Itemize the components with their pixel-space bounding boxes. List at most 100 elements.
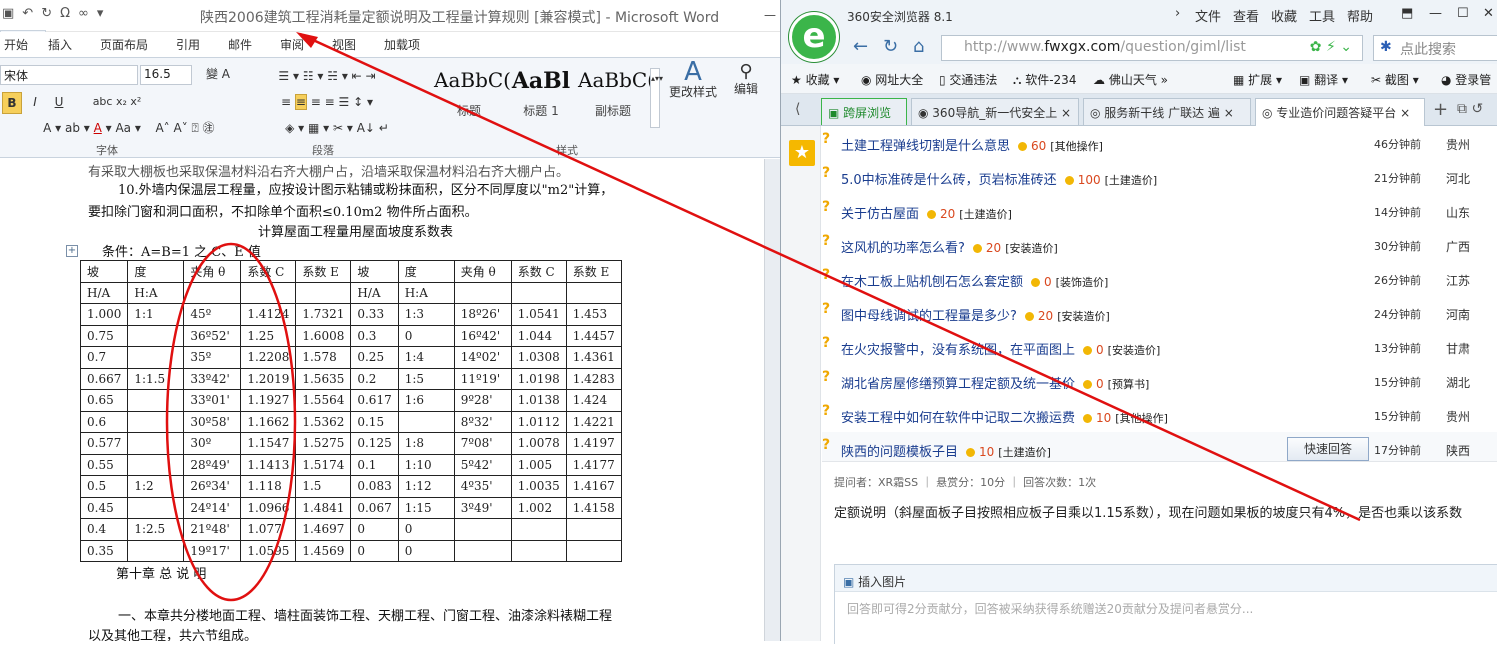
question-title-link[interactable]: 这风机的功率怎么看? xyxy=(841,241,965,256)
question-category[interactable]: [安装造价] xyxy=(1108,344,1161,357)
doc-para1-line1: 一、本章共分楼地面工程、墙柱面装饰工程、天棚工程、门窗工程、油漆涂料裱糊工程 xyxy=(118,609,613,624)
change-styles-button[interactable]: A 更改样式 xyxy=(668,59,718,134)
font-size-box[interactable]: 16.5 xyxy=(140,65,192,85)
close-icon[interactable]: ✕ xyxy=(1483,6,1494,21)
table-row: 0.6 30º58' 1.1662 1.5362 0.15 8º32' 1.0112 1.42… xyxy=(79,410,622,433)
fav-site-nav[interactable]: ◉ 网址大全 xyxy=(861,71,923,88)
italic-button[interactable]: I xyxy=(26,92,44,114)
address-bar[interactable]: http://www.fwxgx.com/question/giml/list … xyxy=(941,35,1363,61)
underline-button[interactable]: U xyxy=(50,92,68,114)
tab-cross-screen[interactable]: ▣ 跨屏浏览 xyxy=(821,98,907,125)
phonetic-icon[interactable]: 變 A xyxy=(198,64,238,86)
list-icons[interactable]: ☰ ▾ ☷ ▾ ☵ ▾ ⇤ ⇥ xyxy=(252,66,402,88)
tab-mailings[interactable]: 邮件 xyxy=(228,36,252,53)
undo-icon[interactable]: ↶ xyxy=(22,6,33,21)
menu-help[interactable]: 帮助 xyxy=(1347,6,1373,25)
table-cell: 0 xyxy=(350,539,399,562)
question-mark-icon: ? xyxy=(822,301,831,317)
shading-border-icons[interactable]: ◈ ▾ ▦ ▾ ✂ ▾ A↓ ↵ xyxy=(252,118,422,140)
question-title-link[interactable]: 土建工程弹线切割是什么意思 xyxy=(841,139,1010,154)
align-icons[interactable]: ≡ ≡ ≡ ≡ ☰ ↕ ▾ xyxy=(252,92,402,114)
table-move-handle-icon[interactable]: + xyxy=(66,245,78,257)
vertical-scrollbar[interactable] xyxy=(764,159,780,641)
window-title: 陕西2006建筑工程消耗量定额说明及工程量计算规则 [兼容模式] - Micro… xyxy=(200,10,720,26)
tab-360-nav[interactable]: ◉ 360导航_新一代安全上 × xyxy=(911,98,1079,125)
minimize-icon[interactable]: — xyxy=(1429,6,1442,21)
tab-list-icon[interactable]: ⧉ ↺ xyxy=(1457,101,1483,117)
menu-file[interactable]: 文件 xyxy=(1195,6,1221,25)
question-title-link[interactable]: 5.0中标准砖是什么砖，页岩标准砖还 xyxy=(841,173,1057,188)
style-subtitle[interactable]: AaBbC( 副标题 xyxy=(578,68,655,119)
tab-scroll-left-icon[interactable]: ⟨ xyxy=(795,101,800,117)
question-title-link[interactable]: 陕西的问题模板子目 xyxy=(841,445,958,460)
save-icon[interactable]: ▣ xyxy=(2,6,14,21)
question-category[interactable]: [土建造价] xyxy=(998,446,1051,459)
tab-review[interactable]: 审阅 xyxy=(280,36,304,53)
style-heading[interactable]: AaBbC( 标题 xyxy=(434,68,511,119)
table-cell: 1.1927 xyxy=(240,389,297,412)
strike-sub-sup-icons[interactable]: abc x₂ x² xyxy=(82,92,152,114)
question-category[interactable]: [土建造价] xyxy=(959,208,1012,221)
fav-screenshot[interactable]: ✂ 截图 ▾ xyxy=(1371,71,1419,88)
question-title-link[interactable]: 关于仿古屋面 xyxy=(841,207,919,222)
home-icon[interactable]: ⌂ xyxy=(913,36,924,57)
question-title-link[interactable]: 在火灾报警中，没有系统图，在平面图上 xyxy=(841,343,1075,358)
maximize-icon[interactable]: ☐ xyxy=(1457,6,1469,21)
skin-icon[interactable]: ⬒ xyxy=(1401,6,1413,21)
menu-chevron-icon[interactable]: › xyxy=(1175,6,1180,21)
favorite-star-icon[interactable]: ★ xyxy=(789,140,815,166)
fav-translate[interactable]: ▣ 翻译 ▾ xyxy=(1299,71,1348,88)
quick-answer-button[interactable]: 快速回答 xyxy=(1287,437,1369,461)
security-icon[interactable]: ✿ ⚡ ⌄ xyxy=(1310,39,1352,55)
question-category[interactable]: [其他操作] xyxy=(1050,140,1103,153)
question-category[interactable]: [安装造价] xyxy=(1005,242,1058,255)
question-title-link[interactable]: 湖北省房屋修缮预算工程定额及统一基价 xyxy=(841,377,1075,392)
question-category[interactable]: [安装造价] xyxy=(1057,310,1110,323)
insert-image-button[interactable]: ▣ 插入图片 xyxy=(843,573,906,590)
refresh-icon[interactable]: ↻ xyxy=(883,36,898,57)
menu-view[interactable]: 查看 xyxy=(1233,6,1259,25)
question-title-link[interactable]: 安装工程中如何在软件中记取二次搬运费 xyxy=(841,411,1075,426)
table-row: 0.577 30º 1.1547 1.5275 0.125 1:8 7º08' 1.0078 1… xyxy=(79,432,622,455)
question-title-line: 陕西的问题模板子目 10 [土建造价] xyxy=(841,441,1051,460)
question-category[interactable]: [装饰造价] xyxy=(1056,276,1109,289)
redo-icon[interactable]: ↻ xyxy=(41,6,52,21)
fav-software[interactable]: ⛬ 软件-234 xyxy=(1013,71,1076,88)
fav-extend[interactable]: ▦ 扩展 ▾ xyxy=(1233,71,1282,88)
tab-addins[interactable]: 加载项 xyxy=(384,36,420,53)
fav-login[interactable]: ◕ 登录管 xyxy=(1441,71,1491,88)
style-heading1[interactable]: AaBl 标题 1 xyxy=(506,68,576,119)
minimize-button[interactable]: — xyxy=(764,8,780,22)
bold-button[interactable]: B xyxy=(2,92,22,114)
grow-shrink-icons[interactable]: A˄ A˅ ⍰ ㊟ xyxy=(140,118,230,140)
question-title-link[interactable]: 在木工板上贴机刨石怎么套定额 xyxy=(841,275,1023,290)
answer-textarea[interactable]: 回答即可得2分贡献分，回答被采纳获得系统赠送20贡献分及提问者悬赏分... xyxy=(835,591,1497,645)
customize-icon[interactable]: ▾ xyxy=(97,6,104,21)
infinity-icon[interactable]: ∞ xyxy=(78,6,89,21)
tab-home[interactable]: 开始 xyxy=(4,36,28,53)
back-icon[interactable]: ← xyxy=(853,36,868,57)
edit-button[interactable]: ⚲ 编辑 xyxy=(728,63,764,134)
table-cell xyxy=(127,453,185,476)
tab-page-layout[interactable]: 页面布局 xyxy=(100,36,148,53)
font-name-box[interactable]: 宋体 xyxy=(0,65,138,85)
new-tab-icon[interactable]: + xyxy=(1433,99,1448,120)
symbol-icon[interactable]: Ω xyxy=(60,6,70,21)
menu-tools[interactable]: 工具 xyxy=(1309,6,1335,25)
fav-favorites[interactable]: ★ 收藏 ▾ xyxy=(791,71,839,88)
tab-qa-platform[interactable]: ◎ 专业造价问题答疑平台 × xyxy=(1255,98,1425,126)
tab-glodon[interactable]: ◎ 服务新干线 广联达 遍 × xyxy=(1083,98,1251,125)
fav-weather[interactable]: ☁ 佛山天气 » xyxy=(1093,71,1168,88)
search-box[interactable]: ✱ 点此搜索 xyxy=(1373,35,1497,61)
question-title-line: 关于仿古屋面 20 [土建造价] xyxy=(841,203,1012,222)
fav-traffic[interactable]: ▯ 交通违法 xyxy=(939,71,997,88)
question-category[interactable]: [土建造价] xyxy=(1105,174,1158,187)
tab-references[interactable]: 引用 xyxy=(176,36,200,53)
styles-scroll[interactable]: ▴▾▾ xyxy=(650,68,663,128)
question-category[interactable]: [预算书] xyxy=(1108,378,1150,391)
menu-favorites[interactable]: 收藏 xyxy=(1271,6,1297,25)
tab-view[interactable]: 视图 xyxy=(332,36,356,53)
tab-insert[interactable]: 插入 xyxy=(48,36,72,53)
question-category[interactable]: [其他操作] xyxy=(1115,412,1168,425)
question-title-link[interactable]: 图中母线调试的工程量是多少? xyxy=(841,309,1017,324)
